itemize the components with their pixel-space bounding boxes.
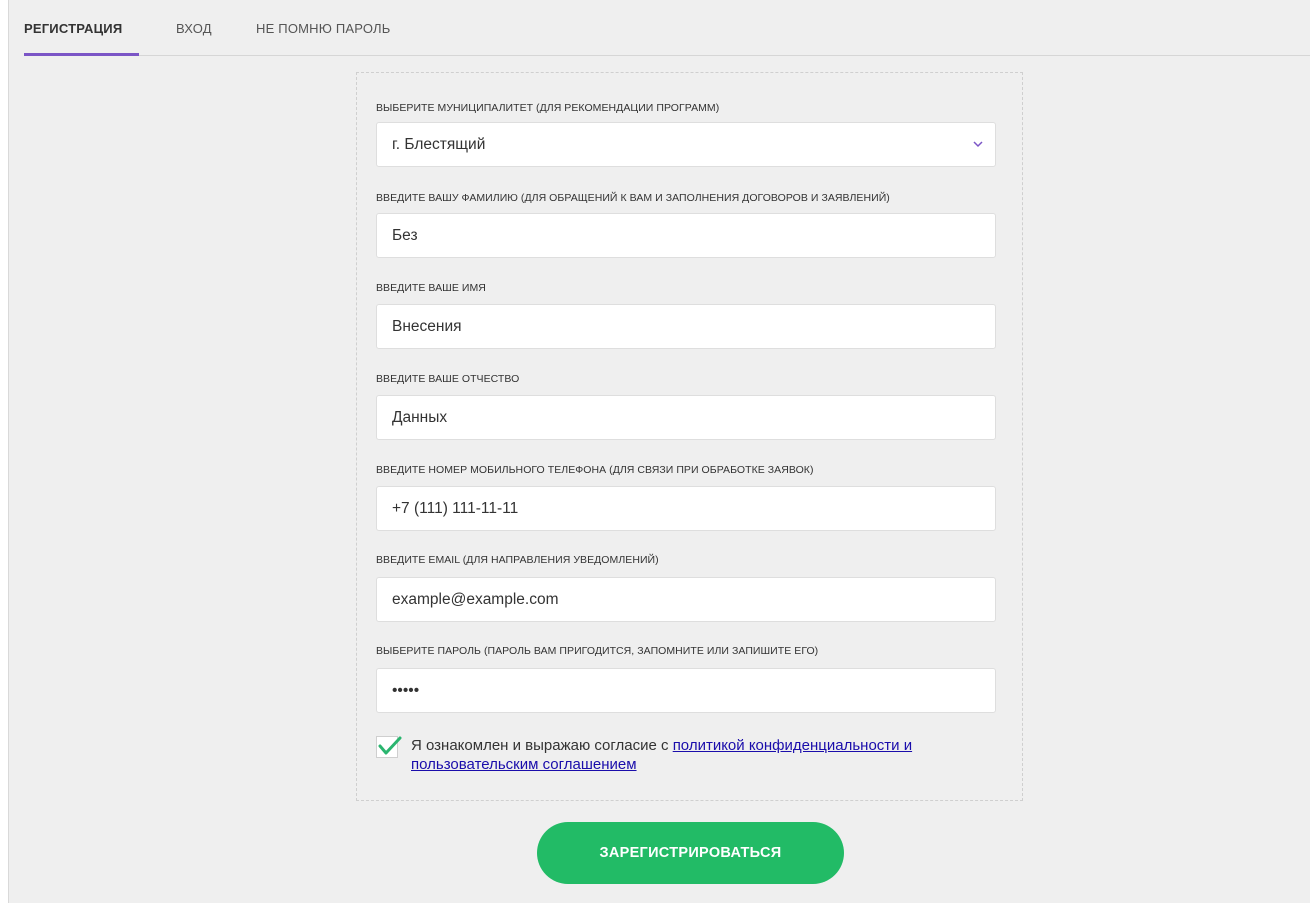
name-label: ВВЕДИТЕ ВАШЕ ИМЯ	[376, 282, 486, 294]
password-field[interactable]: •••••	[376, 668, 996, 713]
patronymic-label: ВВЕДИТЕ ВАШЕ ОТЧЕСТВО	[376, 373, 520, 385]
surname-field[interactable]: Без	[376, 213, 996, 258]
auth-tabs	[24, 0, 1310, 56]
consent-text: Я ознакомлен и выражаю согласие с полити…	[411, 736, 991, 774]
tab-registration[interactable]: РЕГИСТРАЦИЯ	[24, 21, 122, 36]
active-tab-indicator	[24, 53, 139, 56]
patronymic-value: Данных	[392, 409, 448, 426]
name-value: Внесения	[392, 318, 462, 335]
municipality-label: ВЫБЕРИТЕ МУНИЦИПАЛИТЕТ (ДЛЯ РЕКОМЕНДАЦИИ…	[376, 102, 720, 114]
tab-forgot-password[interactable]: НЕ ПОМНЮ ПАРОЛЬ	[256, 21, 391, 36]
tab-login[interactable]: ВХОД	[176, 21, 212, 36]
email-label: ВВЕДИТЕ EMAIL (ДЛЯ НАПРАВЛЕНИЯ УВЕДОМЛЕН…	[376, 554, 659, 566]
phone-label: ВВЕДИТЕ НОМЕР МОБИЛЬНОГО ТЕЛЕФОНА (ДЛЯ С…	[376, 464, 814, 476]
email-field[interactable]: example@example.com	[376, 577, 996, 622]
name-field[interactable]: Внесения	[376, 304, 996, 349]
consent-checkbox[interactable]	[376, 736, 402, 758]
chevron-down-icon	[973, 141, 983, 148]
surname-value: Без	[392, 227, 418, 244]
patronymic-field[interactable]: Данных	[376, 395, 996, 440]
checkmark-icon	[378, 736, 402, 755]
register-button[interactable]: ЗАРЕГИСТРИРОВАТЬСЯ	[537, 822, 844, 884]
consent-label: Я ознакомлен и выражаю согласие с	[411, 737, 673, 754]
password-label: ВЫБЕРИТЕ ПАРОЛЬ (ПАРОЛЬ ВАМ ПРИГОДИТСЯ, …	[376, 645, 819, 657]
phone-field[interactable]: +7 (111) 111-11-11	[376, 486, 996, 531]
municipality-value: г. Блестящий	[392, 136, 486, 153]
surname-label: ВВЕДИТЕ ВАШУ ФАМИЛИЮ (ДЛЯ ОБРАЩЕНИЙ К ВА…	[376, 192, 890, 204]
phone-value: +7 (111) 111-11-11	[392, 500, 519, 517]
password-value: •••••	[392, 682, 420, 699]
email-value: example@example.com	[392, 591, 559, 608]
municipality-select[interactable]: г. Блестящий	[376, 122, 996, 167]
